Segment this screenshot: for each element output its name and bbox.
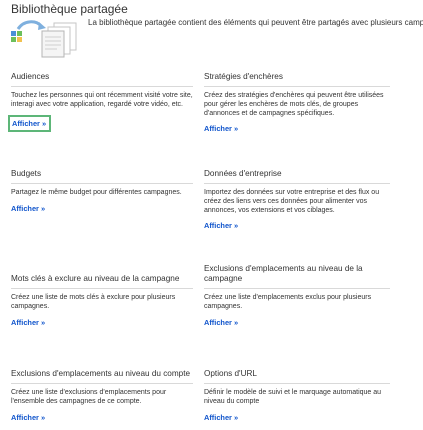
card-title: Données d'entreprise — [204, 169, 390, 184]
library-intro-text: La bibliothèque partagée contient des él… — [88, 18, 423, 27]
card-description: Créez une liste de mots clés à exclure p… — [11, 294, 176, 310]
card-title: Options d'URL — [204, 369, 390, 384]
shared-library-page: Bibliothèque partagée La bibliothèque pa… — [0, 0, 423, 430]
account-placement-exclusions-show-link[interactable]: Afficher » — [11, 413, 45, 422]
card-title: Audiences — [11, 72, 193, 87]
card-url-options: Options d'URL Définir le modèle de suivi… — [204, 369, 390, 425]
card-title: Stratégies d'enchères — [204, 72, 390, 87]
card-description: Importez des données sur votre entrepris… — [204, 189, 380, 214]
shared-library-icon — [11, 20, 77, 58]
negative-keywords-show-link[interactable]: Afficher » — [11, 318, 45, 327]
card-description: Créez une liste d'emplacements exclus po… — [204, 294, 372, 310]
card-title: Exclusions d'emplacements au niveau du c… — [11, 369, 193, 384]
card-title: Mots clés à exclure au niveau de la camp… — [11, 274, 193, 289]
budgets-show-link[interactable]: Afficher » — [11, 204, 45, 213]
page-title: Bibliothèque partagée — [11, 2, 128, 16]
business-data-show-link[interactable]: Afficher » — [204, 221, 238, 230]
card-business-data: Données d'entreprise Importez des donnée… — [204, 169, 390, 233]
card-description: Créez des stratégies d'enchères qui peuv… — [204, 92, 384, 117]
card-campaign-placement-exclusions: Exclusions d'emplacements au niveau de l… — [204, 264, 390, 330]
url-options-show-link[interactable]: Afficher » — [204, 413, 238, 422]
card-description: Créez une liste d'exclusions d'emplaceme… — [11, 389, 167, 405]
card-title: Exclusions d'emplacements au niveau de l… — [204, 264, 390, 289]
campaign-placement-exclusions-show-link[interactable]: Afficher » — [204, 318, 238, 327]
card-audiences: Audiences Touchez les personnes qui ont … — [8, 72, 193, 132]
card-description: Définir le modèle de suivi et le marquag… — [204, 389, 382, 405]
card-account-placement-exclusions: Exclusions d'emplacements au niveau du c… — [11, 369, 193, 425]
audiences-show-link[interactable]: Afficher » — [8, 114, 52, 132]
card-description: Partagez le même budget pour différentes… — [11, 189, 182, 196]
bid-strategies-show-link[interactable]: Afficher » — [204, 124, 238, 133]
card-bid-strategies: Stratégies d'enchères Créez des stratégi… — [204, 72, 390, 136]
card-campaign-negative-keywords: Mots clés à exclure au niveau de la camp… — [11, 274, 193, 330]
card-description: Touchez les personnes qui ont récemment … — [11, 92, 193, 108]
card-title: Budgets — [11, 169, 193, 184]
card-budgets: Budgets Partagez le même budget pour dif… — [11, 169, 193, 216]
